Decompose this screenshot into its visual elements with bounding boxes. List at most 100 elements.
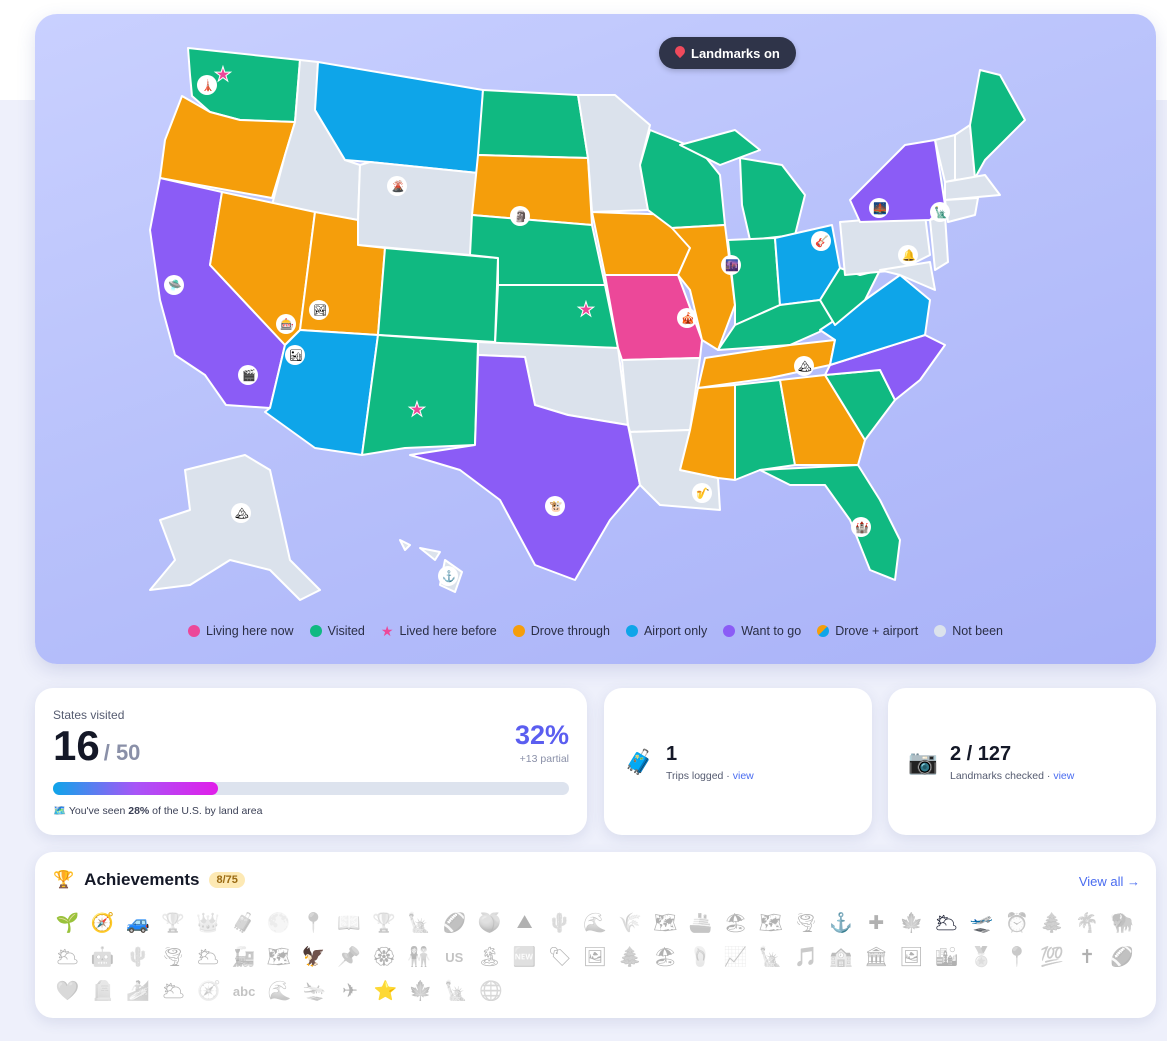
trips-label-text: Trips logged · [666,770,733,782]
partial-count: +13 partial [519,753,569,765]
achievement-badge-icon[interactable]: 👑 [191,911,226,935]
map-icon: 🗺️ [53,805,67,817]
achievement-badge-icon[interactable]: 🌱 [50,911,85,935]
achievement-badge-icon[interactable]: 🌪 [155,945,190,969]
achievement-badge-icon[interactable]: 🏈 [1105,945,1140,969]
achievement-badge-icon[interactable]: 🌕 [261,911,296,935]
achievement-badge-icon[interactable]: 📌 [331,945,366,969]
achievement-badge-icon[interactable]: US [437,950,472,965]
achievement-badge-icon[interactable]: ⏰ [999,911,1034,935]
achievement-badge-icon[interactable]: 🏫 [823,945,858,969]
achievement-badge-icon[interactable]: 🌾 [613,911,648,935]
achievement-badge-icon[interactable]: 🍁 [894,911,929,935]
achievement-badge-icon[interactable]: 🏄 [121,979,156,1003]
achievement-badge-icon[interactable]: ✈ [332,980,367,1003]
achievement-badge-icon[interactable]: 🧳 [226,911,261,935]
achievement-badge-icon[interactable]: 🏷 [542,945,577,969]
achievement-badge-icon[interactable]: 🌥 [929,911,964,935]
achievement-badge-icon[interactable]: 🚙 [120,911,155,935]
achievement-badge-icon[interactable]: 🗺 [753,911,788,935]
legend-label: Want to go [741,624,802,638]
landmarks-toggle-button[interactable]: Landmarks on [659,37,796,69]
legend-item-drove-airport: Drove + airport [817,624,918,638]
achievement-badge-icon[interactable]: 🩴 [683,945,718,969]
achievement-badge-icon[interactable]: 🚢 [683,911,718,935]
achievement-badge-icon[interactable]: 🌴 [1070,911,1105,935]
achievement-badge-icon[interactable]: ⛰ [507,912,542,934]
trips-view-link[interactable]: view [733,770,754,782]
achievement-badge-icon[interactable]: 🗺 [648,911,683,935]
achievement-badge-icon[interactable]: 🛬 [297,979,332,1003]
achievement-badge-icon[interactable]: 🌲 [613,945,648,969]
achievement-badge-icon[interactable]: ✚ [859,912,894,935]
achievement-badge-icon[interactable]: 🪦 [85,979,120,1003]
map-legend: Living here now Visited ★ Lived here befo… [35,624,1156,638]
achievement-badge-icon[interactable]: 🧭 [191,979,226,1003]
svg-text:🏞: 🏞 [313,304,327,317]
achievement-badge-icon[interactable]: 🌲 [1034,911,1069,935]
achievement-badge-icon[interactable]: ⚓ [823,911,858,935]
achievement-badge-icon[interactable]: 🌥 [191,945,226,969]
landmarks-view-link[interactable]: view [1053,770,1074,782]
achievement-badge-icon[interactable]: 🏆 [155,911,190,935]
achievement-badge-icon[interactable]: 🦅 [296,945,331,969]
land-suffix: of the U.S. by land area [149,805,263,817]
achievement-badge-icon[interactable]: 🌵 [120,945,155,969]
achievement-badge-icon[interactable]: 🏖 [648,945,683,969]
achievement-badge-icon[interactable]: 🏛 [859,945,894,969]
achievement-badge-icon[interactable]: 🛫 [964,911,999,935]
legend-item-visited: Visited [309,624,365,638]
achievement-badge-icon[interactable]: 🌥 [50,945,85,969]
achievement-badge-icon[interactable]: 🌐 [474,979,509,1003]
achievement-badge-icon[interactable]: 🗽 [438,979,473,1003]
achievement-badge-icon[interactable]: 🗽 [753,945,788,969]
achievement-badge-icon[interactable]: 🌥 [156,979,191,1003]
legend-item-airport: Airport only [625,624,707,638]
achievement-badge-icon[interactable]: 🌪 [788,911,823,935]
achievement-badge-icon[interactable]: 🗺 [261,945,296,969]
landmark-marker: 🌋 [387,176,407,196]
achievement-badge-icon[interactable]: 🖼 [577,945,612,969]
achievement-badge-icon[interactable]: 🍁 [403,979,438,1003]
achievement-badge-icon[interactable]: 🏝 [472,945,507,969]
achievement-badge-icon[interactable]: 👫 [402,945,437,969]
legend-item-not-been: Not been [934,624,1003,638]
achievement-badge-icon[interactable]: 🌵 [542,911,577,935]
achievement-badge-icon[interactable]: abc [226,984,261,999]
view-all-link[interactable]: View all → [1079,874,1140,889]
achievement-badge-icon[interactable]: 🚂 [226,945,261,969]
achievement-badge-icon[interactable]: 🆕 [507,945,542,969]
achievement-badge-icon[interactable]: 🏙 [929,945,964,969]
achievement-badge-icon[interactable]: 🏅 [964,945,999,969]
state-maine [969,69,1026,179]
achievement-badge-icon[interactable]: 💯 [1034,945,1069,969]
trips-label: Trips logged · view [666,770,754,782]
achievement-badge-icon[interactable]: 🌊 [262,979,297,1003]
landmark-marker: 🌉 [869,198,889,218]
achievement-badge-icon[interactable]: 📖 [331,911,366,935]
achievement-badge-icon[interactable]: 🌊 [577,911,612,935]
us-map[interactable]: ★ ★ ★ 🗼 🌋 🗿 🛸 🏞 🎰 🎬 🏜 🏔 ⚓ 🐮 🎪 🌆 🎸 🔔 🌉 🗽 … [35,14,1156,614]
landmark-marker: 🎷 [692,483,712,503]
achievement-badge-icon[interactable]: 📍 [296,911,331,935]
achievement-badge-icon[interactable]: 🩶 [50,979,85,1003]
luggage-icon: 🧳 [624,749,654,776]
achievement-badge-icon[interactable]: 🗽 [402,911,437,935]
achievement-badge-icon[interactable]: 🏵 [366,945,401,969]
achievement-badge-icon[interactable]: 🏆 [366,911,401,935]
achievement-badge-icon[interactable]: 🦬 [1105,911,1140,935]
achievement-badge-icon[interactable]: 🏈 [437,911,472,935]
svg-text:🔔: 🔔 [902,249,916,262]
achievement-badge-icon[interactable]: 🧭 [85,911,120,935]
achievement-badge-icon[interactable]: 🎵 [788,945,823,969]
achievement-badge-icon[interactable]: 📍 [999,945,1034,969]
landmark-marker: 🗿 [510,206,530,226]
achievement-badge-icon[interactable]: 📈 [718,945,753,969]
achievement-badge-icon[interactable]: 🤖 [85,945,120,969]
achievement-badge-icon[interactable]: 🏖 [718,911,753,935]
state-connecticut [944,197,979,223]
achievement-badge-icon[interactable]: 🍑 [472,911,507,935]
achievement-badge-icon[interactable]: ⭐ [368,979,403,1003]
achievement-badge-icon[interactable]: ✝ [1070,946,1105,969]
achievement-badge-icon[interactable]: 🖼 [894,945,929,969]
